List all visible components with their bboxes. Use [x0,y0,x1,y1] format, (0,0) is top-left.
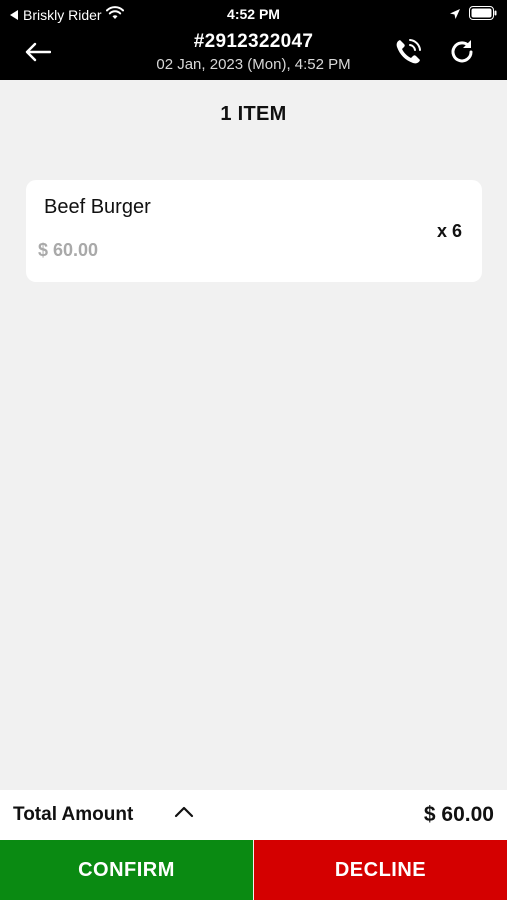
back-button[interactable] [22,38,54,70]
order-number: #2912322047 [193,31,314,52]
status-time: 4:52 PM [227,6,280,22]
order-header: #2912322047 02 Jan, 2023 (Mon), 4:52 PM [0,28,507,80]
call-button[interactable] [390,36,426,72]
item-name: Beef Burger [44,196,151,218]
chevron-up-icon [174,805,194,823]
confirm-button[interactable]: CONFIRM [0,840,253,900]
refresh-icon [448,38,476,71]
refresh-button[interactable] [444,36,480,72]
total-label: Total Amount [13,804,134,825]
status-bar: Briskly Rider 4:52 PM [0,0,507,28]
total-amount: $ 60.00 [423,803,494,826]
battery-icon [469,6,497,23]
back-arrow-icon [25,42,52,67]
order-datetime: 02 Jan, 2023 (Mon), 4:52 PM [156,56,351,73]
order-item-card: Beef Burger $ 60.00 x 6 [26,180,482,282]
item-quantity: x 6 [436,221,462,241]
phone-call-icon [392,36,424,73]
item-price: $ 60.00 [38,240,99,260]
item-count-heading: 1 ITEM [220,103,287,125]
expand-total-toggle[interactable] [172,802,196,826]
total-bar: Total Amount $ 60.00 [0,790,507,840]
location-arrow-icon [449,7,461,23]
decline-button[interactable]: DECLINE [254,840,507,900]
